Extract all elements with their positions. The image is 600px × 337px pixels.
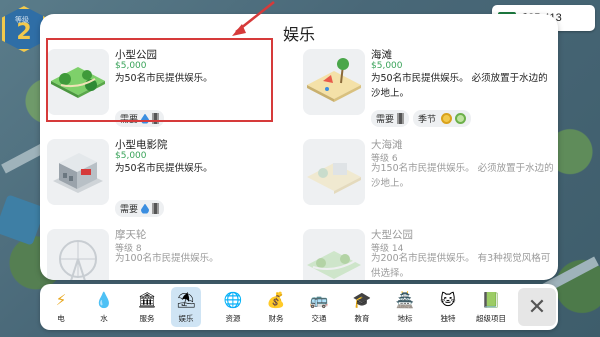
building-name: 大型公园: [371, 229, 413, 241]
building-card-big-park[interactable]: 大型公园 等级 14 为200名市民提供娱乐。 有3种视觉风格可供选择。: [303, 224, 553, 280]
requirements: 需要: [115, 200, 165, 217]
category-super-projects[interactable]: 📗 超级项目: [476, 287, 506, 327]
category-water[interactable]: 💧 水: [89, 287, 119, 327]
landmark-icon: 🏯: [395, 290, 415, 309]
road-icon: [397, 113, 405, 124]
build-menu-dialog: 娱乐 小型公园 $5,000 为50名市民提供娱乐。 需要 海滩 $5,000 …: [40, 14, 558, 280]
road-icon: [152, 113, 160, 124]
category-label: 电: [57, 314, 65, 323]
building-description: 为50名市民提供娱乐。: [115, 73, 213, 84]
category-label: 水: [100, 314, 108, 323]
money-bag-icon: 💰: [266, 290, 286, 309]
category-label: 交通: [311, 314, 327, 323]
building-name: 小型电影院: [115, 139, 168, 151]
big-park-thumbnail: [303, 229, 365, 280]
building-card-small-cinema[interactable]: 小型电影院 $5,000 为50名市民提供娱乐。 需要: [47, 134, 297, 224]
building-description: 为200名市民提供娱乐。 有3种视觉风格可供选择。: [371, 253, 551, 279]
requirements: 需要: [115, 110, 165, 127]
big-beach-thumbnail: [303, 139, 365, 205]
spring-icon: [455, 113, 467, 124]
road-icon: [152, 203, 160, 214]
category-transport[interactable]: 🚌 交通: [304, 287, 334, 327]
building-name: 小型公园: [115, 49, 157, 61]
small-park-thumbnail: [47, 49, 109, 115]
dialog-title: 娱乐: [282, 25, 315, 44]
category-education[interactable]: 🎓 教育: [347, 287, 377, 327]
category-unique[interactable]: 🐱 独特: [433, 287, 463, 327]
building-description: 为150名市民提供娱乐。 必须放置于水边的沙地上。: [371, 163, 554, 189]
requirements-label: 需要: [376, 115, 395, 125]
building-description: 为50名市民提供娱乐。 必须放置于水边的沙地上。: [371, 73, 548, 99]
building-price: $5,000: [115, 151, 147, 161]
category-label: 地标: [397, 314, 413, 323]
category-toolbar: ⚡ 电 💧 水 🏛 服务 ⛱ 娱乐 🌐 资源 💰 财务 🚌 交通 🎓 教育 🏯 …: [40, 284, 558, 330]
super-project-icon: 📗: [481, 290, 501, 309]
graduation-cap-icon: 🎓: [352, 290, 372, 309]
building-grid: 小型公园 $5,000 为50名市民提供娱乐。 需要 海滩 $5,000 为50…: [47, 44, 554, 280]
building-price: $5,000: [371, 61, 403, 71]
building-description: 为100名市民提供娱乐。: [115, 253, 219, 264]
building-description: 为50名市民提供娱乐。: [115, 163, 213, 174]
category-label: 服务: [139, 314, 155, 323]
lightning-icon: ⚡: [55, 290, 67, 309]
category-label: 财务: [268, 314, 284, 323]
requirements-label: 需要: [120, 205, 139, 215]
close-button[interactable]: ✕: [518, 288, 556, 326]
category-services[interactable]: 🏛 服务: [132, 287, 162, 327]
building-name: 摩天轮: [115, 229, 147, 241]
small-cinema-thumbnail: [47, 139, 109, 205]
globe-icon: 🌐: [223, 290, 243, 309]
category-label: 超级项目: [476, 314, 506, 323]
building-card-big-beach[interactable]: 大海滩 等级 6 为150名市民提供娱乐。 必须放置于水边的沙地上。: [303, 134, 554, 224]
category-finance[interactable]: 💰 财务: [261, 287, 291, 327]
water-drop-icon: [141, 203, 150, 214]
ferris-wheel-thumbnail: [47, 229, 109, 280]
building-name: 大海滩: [371, 139, 403, 151]
building-card-small-park[interactable]: 小型公园 $5,000 为50名市民提供娱乐。 需要: [47, 44, 297, 134]
building-card-ferris-wheel[interactable]: 摩天轮 等级 8 为100名市民提供娱乐。: [47, 224, 297, 280]
sun-icon: [441, 113, 453, 124]
season-requirements: 季节: [413, 110, 472, 127]
water-drop-icon: 💧: [94, 290, 114, 309]
building-price: $5,000: [115, 61, 147, 71]
building-card-beach[interactable]: 海滩 $5,000 为50名市民提供娱乐。 必须放置于水边的沙地上。 需要 季节: [303, 44, 553, 134]
level-badge-tag: 等级: [15, 16, 29, 24]
building-name: 海滩: [371, 49, 392, 61]
requirements-label: 需要: [120, 115, 139, 125]
category-label: 资源: [225, 314, 241, 323]
building-icon: 🏛: [137, 290, 157, 309]
cat-icon: 🐱: [440, 290, 456, 309]
category-label: 教育: [354, 314, 370, 323]
category-label: 娱乐: [178, 314, 194, 323]
bus-icon: 🚌: [309, 290, 329, 309]
category-electricity[interactable]: ⚡ 电: [46, 287, 76, 327]
close-icon: ✕: [527, 294, 547, 320]
season-label: 季节: [418, 115, 437, 125]
beach-thumbnail: [303, 49, 365, 115]
category-label: 独特: [440, 314, 456, 323]
requirements: 需要: [371, 110, 410, 127]
category-entertainment[interactable]: ⛱ 娱乐: [171, 287, 201, 327]
category-resources[interactable]: 🌐 资源: [218, 287, 248, 327]
water-drop-icon: [141, 113, 150, 124]
category-landmarks[interactable]: 🏯 地标: [390, 287, 420, 327]
beach-umbrella-icon: ⛱: [176, 290, 196, 309]
